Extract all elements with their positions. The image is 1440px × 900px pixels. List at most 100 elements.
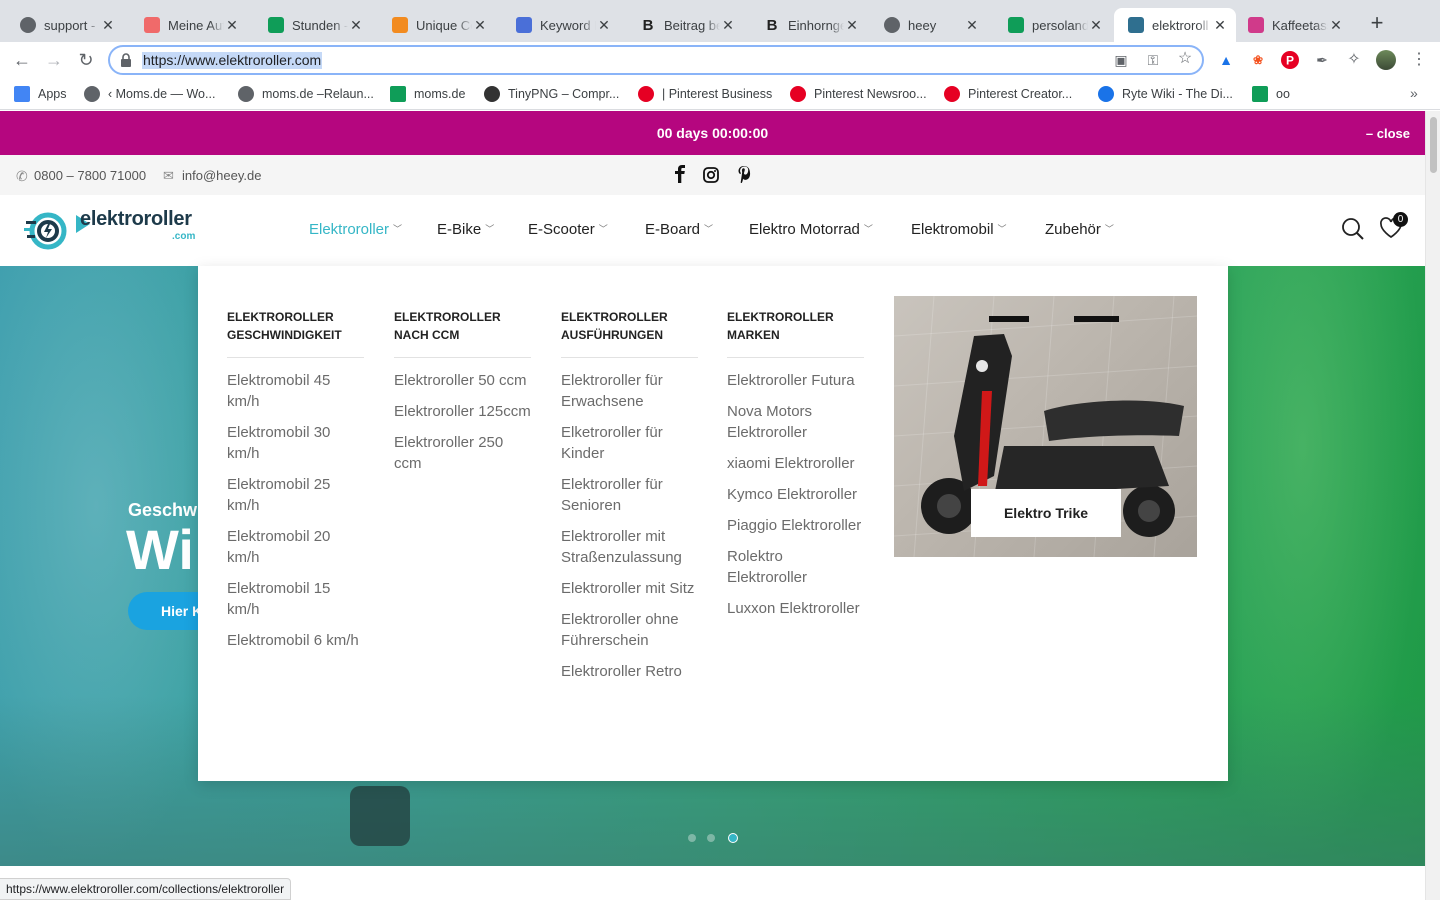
close-tab-icon[interactable]: ✕ — [1328, 17, 1344, 34]
bookmark-item[interactable]: moms.de — [390, 86, 465, 102]
forward-button[interactable]: → — [42, 48, 66, 72]
scrollbar-thumb[interactable] — [1430, 117, 1437, 173]
menu-link[interactable]: Elektroroller Retro — [561, 661, 698, 682]
phone-number[interactable]: 0800 – 7800 71000 — [34, 168, 146, 183]
close-tab-icon[interactable]: ✕ — [596, 17, 612, 34]
menu-column-heading[interactable]: ELEKTROROLLER MARKEN — [727, 308, 864, 358]
menu-link[interactable]: Elektroroller mit Sitz — [561, 578, 698, 599]
browser-tab[interactable]: support - ✕ — [6, 8, 124, 42]
bookmark-label: moms.de — [414, 87, 466, 101]
menu-link[interactable]: Elektroroller für Senioren — [561, 474, 698, 516]
menu-link[interactable]: Elektromobil 45 km/h — [227, 370, 364, 412]
menu-link[interactable]: Elektromobil 25 km/h — [227, 474, 364, 516]
close-tab-icon[interactable]: ✕ — [100, 17, 116, 34]
eyedropper-icon[interactable]: ✒ — [1313, 51, 1331, 69]
menu-column-heading[interactable]: ELEKTROROLLER AUSFÜHRUNGEN — [561, 308, 698, 358]
menu-link[interactable]: Elektromobil 15 km/h — [227, 578, 364, 620]
browser-tab[interactable]: Kaffeetass ✕ — [1234, 8, 1352, 42]
menu-link[interactable]: Elektroroller 50 ccm — [394, 370, 531, 391]
browser-tab[interactable]: B Beitrag be ✕ — [626, 8, 744, 42]
bookmark-item[interactable]: Pinterest Creator... — [944, 86, 1072, 102]
nav-item[interactable]: Zubehör ﹀ — [1045, 221, 1114, 238]
menu-link[interactable]: Luxxon Elektroroller — [727, 598, 864, 619]
address-bar[interactable]: https://www.elektroroller.com ▣ ⚿ ☆ — [108, 45, 1204, 75]
menu-link[interactable]: Elektroroller Futura — [727, 370, 864, 391]
slider-dot[interactable] — [688, 834, 696, 842]
close-tab-icon[interactable]: ✕ — [472, 17, 488, 34]
reload-button[interactable]: ↻ — [74, 48, 98, 72]
menu-link[interactable]: Elektroroller für Erwachsene — [561, 370, 698, 412]
site-logo[interactable]: elektroroller .com — [24, 207, 199, 253]
browser-tab[interactable]: Keyword D✕ — [502, 8, 620, 42]
extension-seo-icon[interactable]: ❀ — [1249, 51, 1267, 69]
browser-tab[interactable]: Stunden - ✕ — [254, 8, 372, 42]
browser-tab[interactable]: Unique Co ✕ — [378, 8, 496, 42]
menu-link[interactable]: Elektroroller mit Straßenzulassung — [561, 526, 698, 568]
menu-link[interactable]: Elketroroller für Kinder — [561, 422, 698, 464]
menu-link[interactable]: Kymco Elektroroller — [727, 484, 864, 505]
menu-link[interactable]: Nova Motors Elektroroller — [727, 401, 864, 443]
url-text[interactable]: https://www.elektroroller.com — [142, 52, 323, 69]
nav-item[interactable]: Elektromobil ﹀ — [911, 221, 1007, 238]
bookmark-item[interactable]: Ryte Wiki - The Di... — [1098, 86, 1233, 102]
close-tab-icon[interactable]: ✕ — [348, 17, 364, 34]
close-tab-icon[interactable]: ✕ — [1088, 17, 1104, 34]
close-tab-icon[interactable]: ✕ — [844, 17, 860, 34]
bookmark-item[interactable]: oo — [1252, 86, 1290, 102]
bookmark-item[interactable]: | Pinterest Business — [638, 86, 772, 102]
extensions-puzzle-icon[interactable]: ✧ — [1345, 51, 1363, 69]
nav-item[interactable]: E-Bike ﹀ — [437, 221, 494, 238]
bookmark-item[interactable]: ‹ Moms.de — Wo... — [84, 86, 215, 102]
menu-column-heading[interactable]: ELEKTROROLLER GESCHWINDIGKEIT — [227, 308, 364, 358]
menu-link[interactable]: Elektroroller 250 ccm — [394, 432, 531, 474]
extension-flag-icon[interactable]: ▲ — [1217, 51, 1235, 69]
browser-tab[interactable]: heey ✕ — [870, 8, 988, 42]
menu-link[interactable]: Piaggio Elektroroller — [727, 515, 864, 536]
close-tab-icon[interactable]: ✕ — [224, 17, 240, 34]
promo-close-button[interactable]: – close — [1366, 126, 1410, 141]
key-icon[interactable]: ⚿ — [1144, 51, 1162, 69]
slider-dot[interactable] — [707, 834, 715, 842]
lock-icon[interactable] — [121, 53, 131, 67]
new-tab-button[interactable]: + — [1366, 12, 1388, 36]
menu-link[interactable]: Elektromobil 6 km/h — [227, 630, 364, 651]
page-scrollbar[interactable] — [1425, 111, 1440, 900]
menu-link[interactable]: Elektromobil 30 km/h — [227, 422, 364, 464]
menu-column-heading[interactable]: ELEKTROROLLER NACH CCM — [394, 308, 531, 358]
slider-dot-active[interactable] — [728, 833, 738, 843]
instagram-icon[interactable] — [703, 167, 719, 186]
bookmark-item[interactable]: Pinterest Newsroo... — [790, 86, 927, 102]
image-caption-button[interactable]: Elektro Trike — [971, 489, 1121, 537]
browser-tab[interactable]: elektroroll ✕ — [1114, 8, 1236, 42]
elektro-trike-image[interactable]: Elektro Trike — [894, 296, 1197, 557]
more-bookmarks-icon[interactable]: » — [1410, 85, 1418, 101]
browser-tab[interactable]: B Einhornge ✕ — [750, 8, 868, 42]
close-tab-icon[interactable]: ✕ — [1212, 17, 1228, 34]
nav-item[interactable]: Elektro Motorrad ﹀ — [749, 221, 873, 238]
close-tab-icon[interactable]: ✕ — [964, 17, 980, 34]
bookmark-item[interactable]: TinyPNG – Compr... — [484, 86, 619, 102]
email-link[interactable]: info@heey.de — [182, 168, 261, 183]
menu-link[interactable]: Elektromobil 20 km/h — [227, 526, 364, 568]
menu-link[interactable]: xiaomi Elektroroller — [727, 453, 864, 474]
back-button[interactable]: ← — [10, 48, 34, 72]
bookmark-star-icon[interactable]: ☆ — [1176, 50, 1194, 68]
browser-tab[interactable]: persoland ✕ — [994, 8, 1112, 42]
pinterest-icon[interactable] — [737, 165, 751, 186]
pinterest-extension-icon[interactable]: P — [1281, 51, 1299, 69]
cast-icon[interactable]: ▣ — [1112, 51, 1130, 69]
browser-menu-icon[interactable]: ⋮ — [1410, 51, 1428, 69]
facebook-icon[interactable] — [674, 165, 686, 186]
close-tab-icon[interactable]: ✕ — [720, 17, 736, 34]
nav-item[interactable]: E-Scooter ﹀ — [528, 221, 608, 238]
menu-link[interactable]: Rolektro Elektroroller — [727, 546, 864, 588]
menu-link[interactable]: Elektroroller ohne Führerschein — [561, 609, 698, 651]
bookmark-item[interactable]: Apps — [14, 86, 67, 102]
nav-item[interactable]: E-Board ﹀ — [645, 221, 713, 238]
search-icon[interactable] — [1341, 217, 1365, 246]
menu-link[interactable]: Elektroroller 125ccm — [394, 401, 531, 422]
profile-avatar[interactable] — [1376, 50, 1396, 70]
bookmark-item[interactable]: moms.de –Relaun... — [238, 86, 374, 102]
browser-tab[interactable]: Meine Auf ✕ — [130, 8, 248, 42]
nav-item[interactable]: Elektroroller ﹀ — [309, 221, 402, 238]
